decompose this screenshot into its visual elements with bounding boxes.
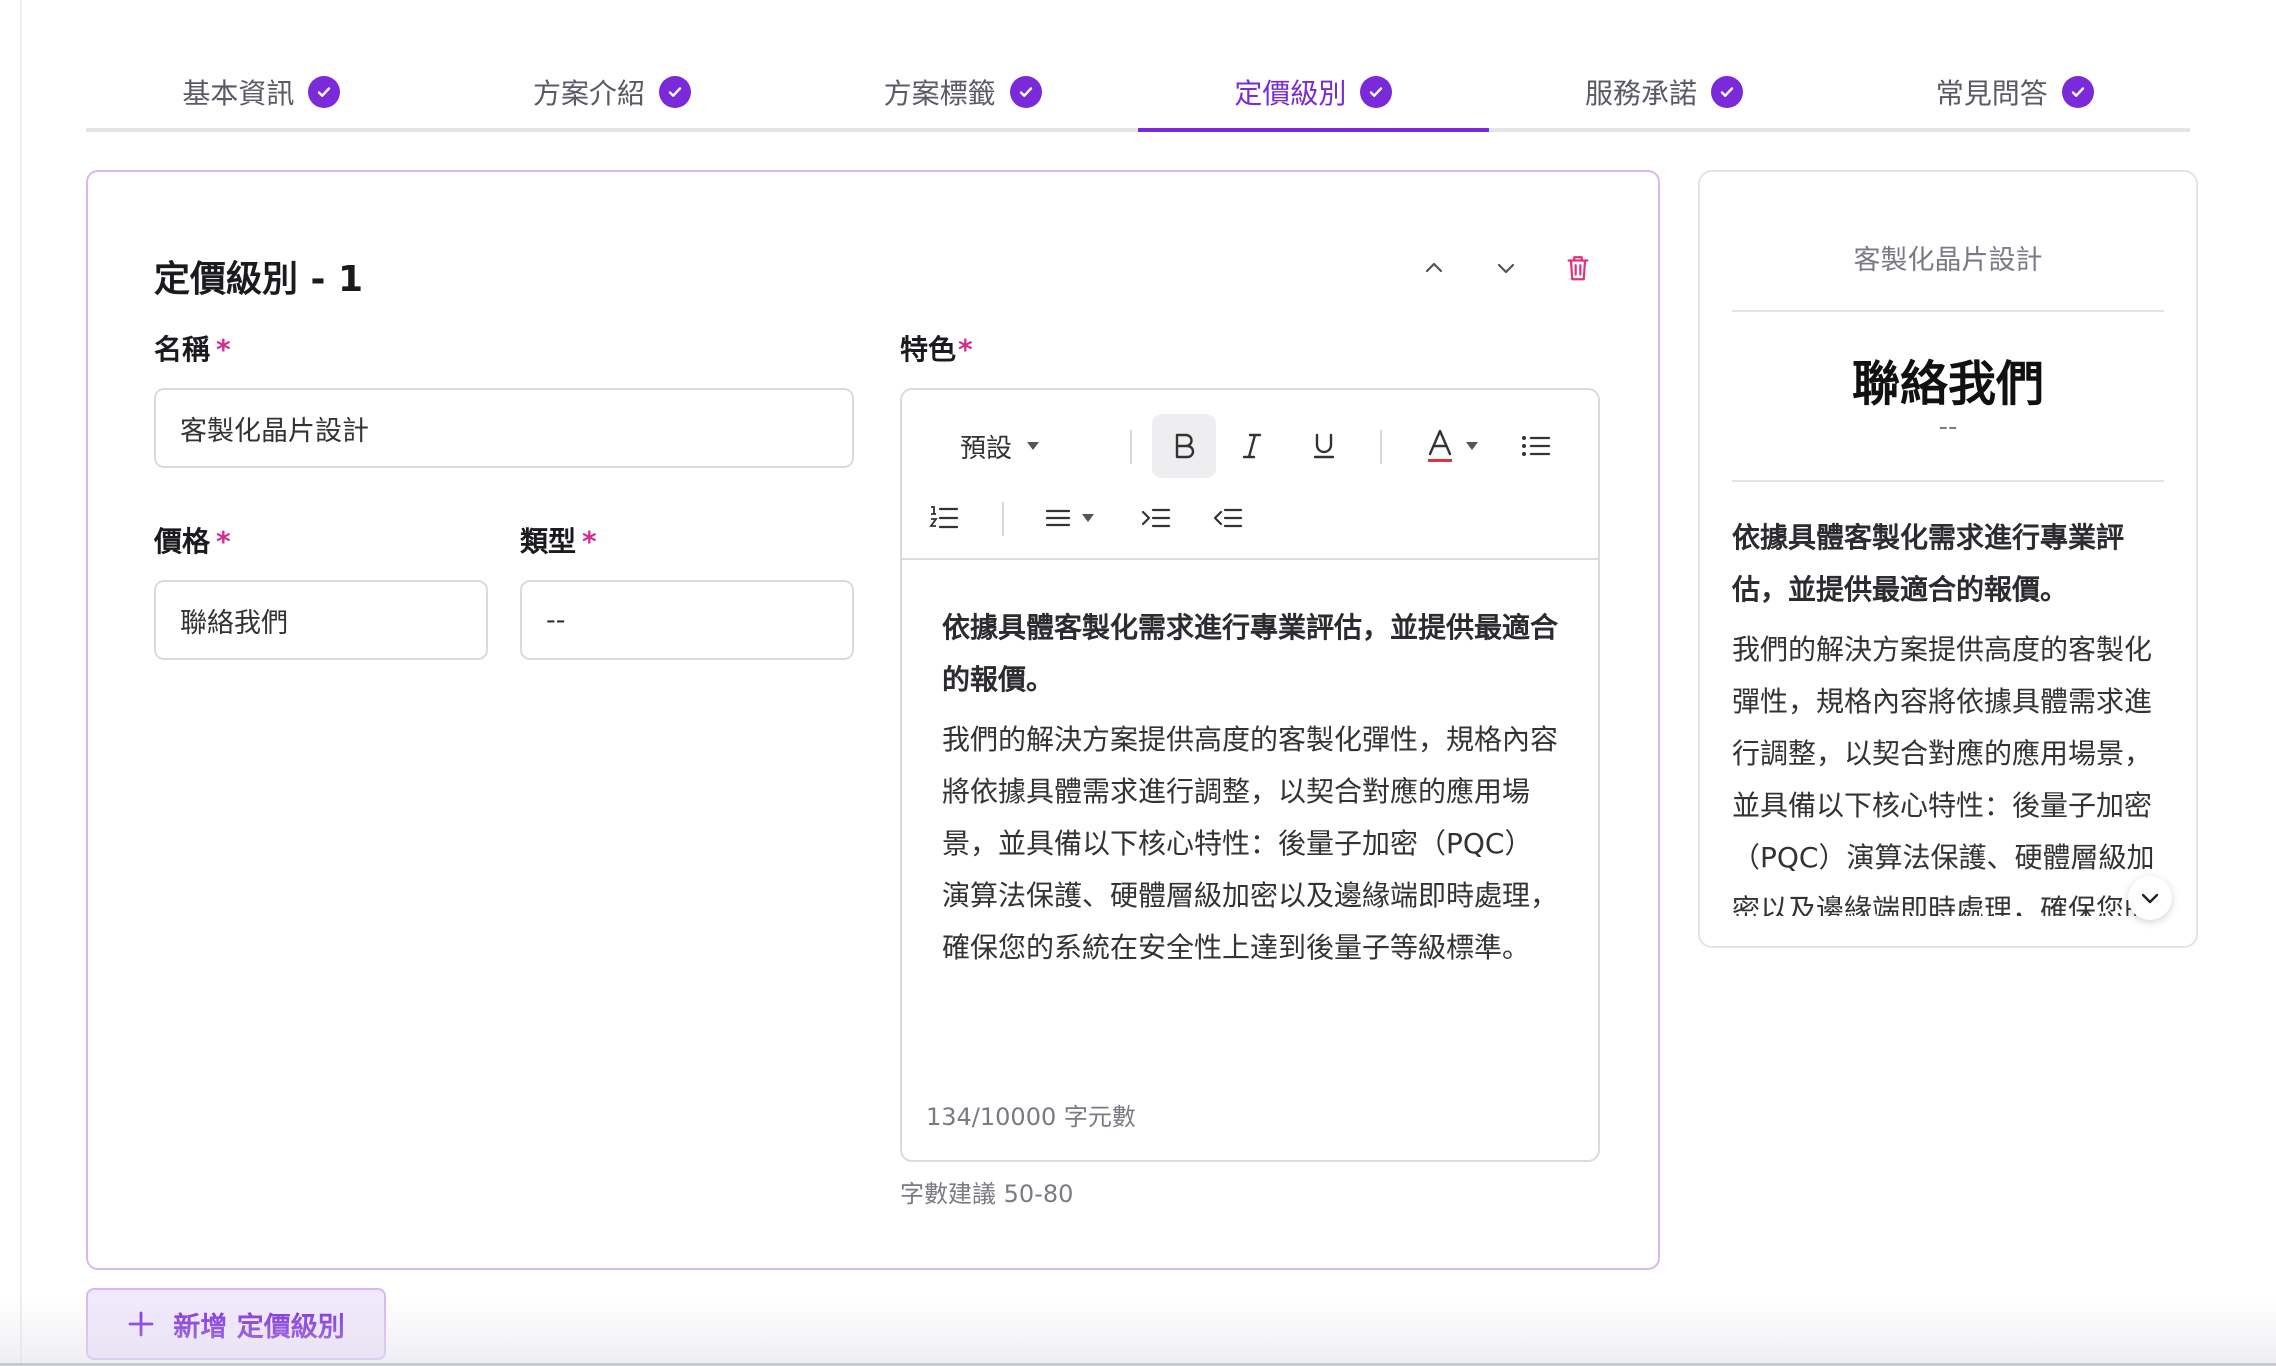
features-label: 特色* (900, 333, 973, 366)
tab-service-commitment[interactable]: 服務承諾 (1489, 56, 1840, 128)
tab-faq[interactable]: 常見問答 (1839, 56, 2190, 128)
price-input[interactable]: 聯絡我們 (154, 580, 488, 660)
tab-plan-tags[interactable]: 方案標籤 (787, 56, 1138, 128)
preview-features: 依據具體客製化需求進行專業評估，並提供最適合的報價。 我們的解決方案提供高度的客… (1732, 512, 2156, 916)
text-style-select[interactable]: 預設 (960, 420, 1040, 472)
add-pricing-tier-button[interactable]: 新增 定價級別 (86, 1288, 386, 1360)
trash-icon[interactable] (1564, 254, 1592, 282)
type-label: 類型 * (520, 525, 597, 558)
check-circle-icon (1009, 76, 1042, 108)
name-input[interactable]: 客製化晶片設計 (154, 388, 854, 468)
tab-label: 常見問答 (1935, 77, 2048, 110)
name-label: 名稱 * (154, 333, 231, 366)
preview-lead-text: 依據具體客製化需求進行專業評估，並提供最適合的報價。 (1732, 521, 2125, 606)
text-style-value: 預設 (960, 433, 1013, 464)
step-tabs: 基本資訊 方案介紹 方案標籤 定價級別 服務承諾 常見問答 (86, 56, 2190, 132)
pricing-tier-card: 定價級別 - 1 名稱 * 客製化晶片設計 價格 * 聯絡我們 類型 * -- 特色*… (86, 170, 1660, 1270)
caret-down-icon (1082, 514, 1094, 522)
tab-plan-intro[interactable]: 方案介紹 (437, 56, 788, 128)
font-color-icon[interactable] (1412, 416, 1492, 476)
preview-divider (1732, 310, 2164, 312)
outdent-icon[interactable] (1200, 490, 1256, 546)
tab-label: 定價級別 (1234, 77, 1347, 110)
tab-label: 服務承諾 (1585, 77, 1698, 110)
preview-price: 聯絡我們 (1851, 356, 2044, 412)
underline-icon[interactable] (1296, 418, 1352, 474)
preview-plan-name: 客製化晶片設計 (1853, 245, 2043, 276)
page-left-border (20, 0, 22, 1366)
align-icon[interactable] (1030, 490, 1110, 546)
toolbar-divider (1380, 430, 1382, 464)
caret-down-icon (1027, 442, 1040, 450)
toolbar-divider (1130, 430, 1132, 464)
preview-divider (1732, 480, 2164, 482)
check-circle-icon (308, 76, 341, 108)
pricing-preview-card: 客製化晶片設計 聯絡我們 -- 依據具體客製化需求進行專業評估，並提供最適合的報… (1698, 170, 2198, 948)
caret-down-icon (1466, 442, 1478, 450)
editor-content[interactable]: 依據具體客製化需求進行專業評估，並提供最適合的報價。 我們的解決方案提供高度的客… (902, 560, 1598, 974)
bold-icon[interactable] (1152, 414, 1216, 478)
bullet-list-icon[interactable] (1508, 418, 1564, 474)
italic-icon[interactable] (1224, 418, 1280, 474)
tab-pricing-tiers[interactable]: 定價級別 (1138, 56, 1489, 132)
check-circle-icon (659, 76, 692, 108)
tab-label: 方案標籤 (883, 77, 996, 110)
word-count-hint: 字數建議 50-80 (900, 1180, 1074, 1208)
scroll-down-button[interactable] (2128, 876, 2172, 920)
preview-type: -- (1938, 412, 1958, 442)
tab-basic-info[interactable]: 基本資訊 (86, 56, 437, 128)
price-label: 價格 * (154, 525, 231, 558)
indent-icon[interactable] (1128, 490, 1184, 546)
features-rich-text-editor[interactable]: 預設 依據具體客製化需求進行專業評估，並提供最適合的報價。 我們的解決方案提供高… (900, 388, 1600, 1162)
numbered-list-icon[interactable] (916, 490, 972, 546)
plus-icon (128, 1311, 154, 1337)
tab-label: 方案介紹 (533, 77, 646, 110)
add-button-label: 新增 定價級別 (173, 1311, 345, 1343)
check-circle-icon (1360, 76, 1393, 108)
tier-title: 定價級別 - 1 (154, 259, 364, 300)
chevron-down-icon (2141, 893, 2159, 904)
toolbar-divider (1002, 502, 1004, 536)
editor-lead-text: 依據具體客製化需求進行專業評估，並提供最適合的報價。 (942, 611, 1559, 696)
char-count: 134/10000 字元數 (926, 1103, 1136, 1131)
editor-body-text: 我們的解決方案提供高度的客製化彈性，規格內容將依據具體需求進行調整，以契合對應的… (942, 723, 1559, 964)
check-circle-icon (2061, 76, 2094, 108)
editor-toolbar: 預設 (902, 390, 1598, 560)
tier-actions (1420, 254, 1592, 282)
tab-label: 基本資訊 (182, 77, 295, 110)
chevron-up-icon[interactable] (1420, 254, 1448, 282)
chevron-down-icon[interactable] (1492, 254, 1520, 282)
preview-body-text: 我們的解決方案提供高度的客製化彈性，規格內容將依據具體需求進行調整，以契合對應的… (1732, 633, 2155, 916)
check-circle-icon (1711, 76, 1744, 108)
type-input[interactable]: -- (520, 580, 854, 660)
